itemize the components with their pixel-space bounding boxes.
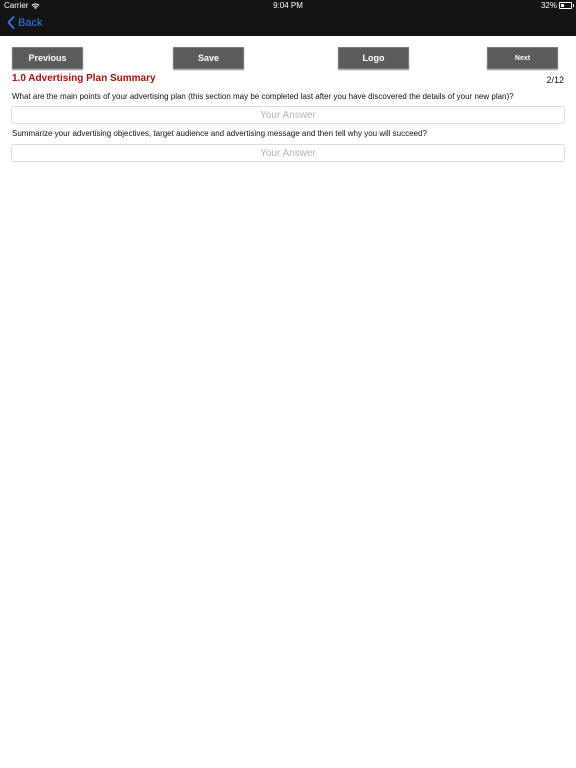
answer-field[interactable]	[11, 106, 565, 124]
question-text: Summarize your advertising objectives, t…	[12, 129, 427, 138]
battery-indicator: 32%	[540, 1, 574, 10]
answer-field[interactable]	[11, 144, 565, 162]
battery-fill	[561, 4, 564, 7]
chevron-left-icon	[7, 16, 15, 29]
page-indicator: 2/12	[546, 75, 564, 85]
battery-icon	[559, 2, 574, 9]
battery-percent: 32%	[540, 1, 557, 10]
question-text: What are the main points of your adverti…	[12, 92, 514, 101]
previous-button[interactable]: Previous	[12, 47, 83, 69]
back-button[interactable]: Back	[7, 16, 42, 29]
back-label: Back	[18, 16, 43, 29]
clock: 9:04 PM	[273, 1, 303, 10]
logo-button[interactable]: Logo	[338, 47, 409, 69]
navigation-bar: Back	[0, 12, 576, 36]
save-button[interactable]: Save	[173, 47, 244, 69]
next-button[interactable]: Next	[487, 47, 558, 69]
section-title: 1.0 Advertising Plan Summary	[12, 73, 156, 84]
status-bar: Carrier 9:04 PM 32%	[0, 0, 576, 12]
